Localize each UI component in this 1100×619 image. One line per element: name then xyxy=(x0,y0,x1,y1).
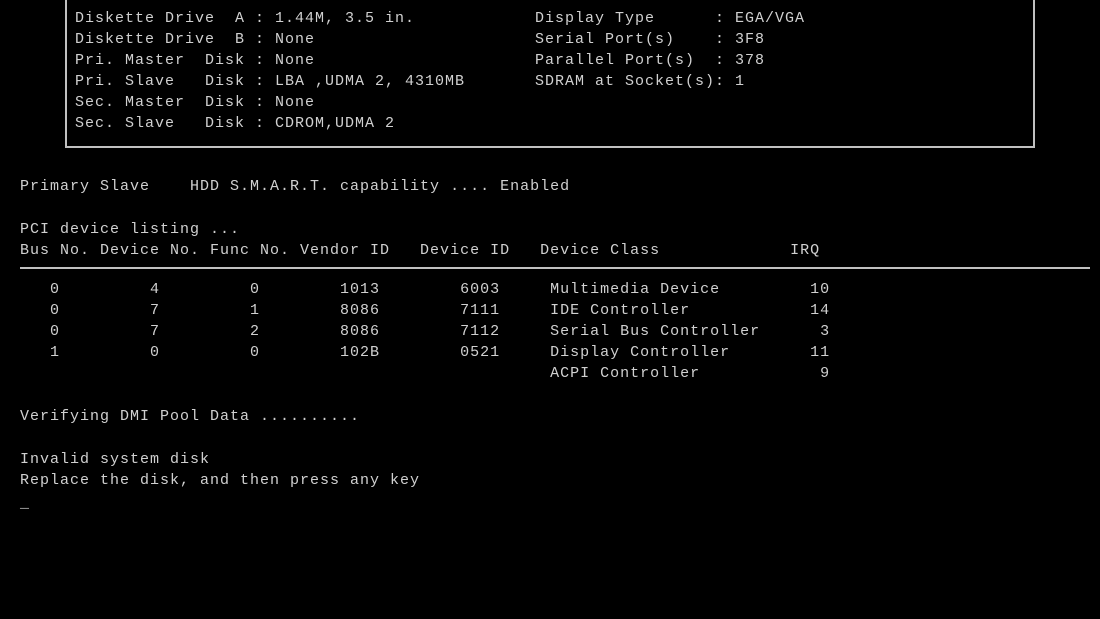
sysinfo-row: Pri. Master Disk : None Parallel Port(s)… xyxy=(75,50,1025,71)
pci-table-row: ACPI Controller 9 xyxy=(20,363,1090,384)
sysinfo-row: Diskette Drive B : None Serial Port(s) :… xyxy=(75,29,1025,50)
pci-listing-title: PCI device listing ... xyxy=(20,219,1090,240)
system-info-box: Diskette Drive A : 1.44M, 3.5 in. Displa… xyxy=(65,0,1035,148)
sysinfo-row: Sec. Master Disk : None xyxy=(75,92,1025,113)
pci-table-row: 0 4 0 1013 6003 Multimedia Device 10 xyxy=(20,279,1090,300)
error-line-1: Invalid system disk xyxy=(20,449,1090,470)
sysinfo-left: Diskette Drive A : 1.44M, 3.5 in. xyxy=(75,8,535,29)
sysinfo-left: Sec. Master Disk : None xyxy=(75,92,535,113)
bios-boot-screen: Diskette Drive A : 1.44M, 3.5 in. Displa… xyxy=(0,0,1100,514)
pci-table-row: 0 7 2 8086 7112 Serial Bus Controller 3 xyxy=(20,321,1090,342)
cursor[interactable]: _ xyxy=(20,493,1090,514)
sysinfo-right: Serial Port(s) : 3F8 xyxy=(535,29,1025,50)
sysinfo-left: Diskette Drive B : None xyxy=(75,29,535,50)
smart-capability-line: Primary Slave HDD S.M.A.R.T. capability … xyxy=(20,176,1090,197)
sysinfo-right xyxy=(535,92,1025,113)
sysinfo-left: Pri. Slave Disk : LBA ,UDMA 2, 4310MB xyxy=(75,71,535,92)
sysinfo-row: Diskette Drive A : 1.44M, 3.5 in. Displa… xyxy=(75,8,1025,29)
pci-table-header: Bus No. Device No. Func No. Vendor ID De… xyxy=(20,240,1090,261)
pci-table-row: 1 0 0 102B 0521 Display Controller 11 xyxy=(20,342,1090,363)
boot-messages: Primary Slave HDD S.M.A.R.T. capability … xyxy=(10,176,1090,514)
pci-table-row: 0 7 1 8086 7111 IDE Controller 14 xyxy=(20,300,1090,321)
error-line-2: Replace the disk, and then press any key xyxy=(20,470,1090,491)
sysinfo-right xyxy=(535,113,1025,134)
sysinfo-left: Sec. Slave Disk : CDROM,UDMA 2 xyxy=(75,113,535,134)
sysinfo-right: SDRAM at Socket(s): 1 xyxy=(535,71,1025,92)
divider xyxy=(20,267,1090,269)
sysinfo-left: Pri. Master Disk : None xyxy=(75,50,535,71)
sysinfo-right: Display Type : EGA/VGA xyxy=(535,8,1025,29)
sysinfo-row: Pri. Slave Disk : LBA ,UDMA 2, 4310MB SD… xyxy=(75,71,1025,92)
sysinfo-row: Sec. Slave Disk : CDROM,UDMA 2 xyxy=(75,113,1025,134)
sysinfo-right: Parallel Port(s) : 378 xyxy=(535,50,1025,71)
dmi-verify-line: Verifying DMI Pool Data .......... xyxy=(20,406,1090,427)
